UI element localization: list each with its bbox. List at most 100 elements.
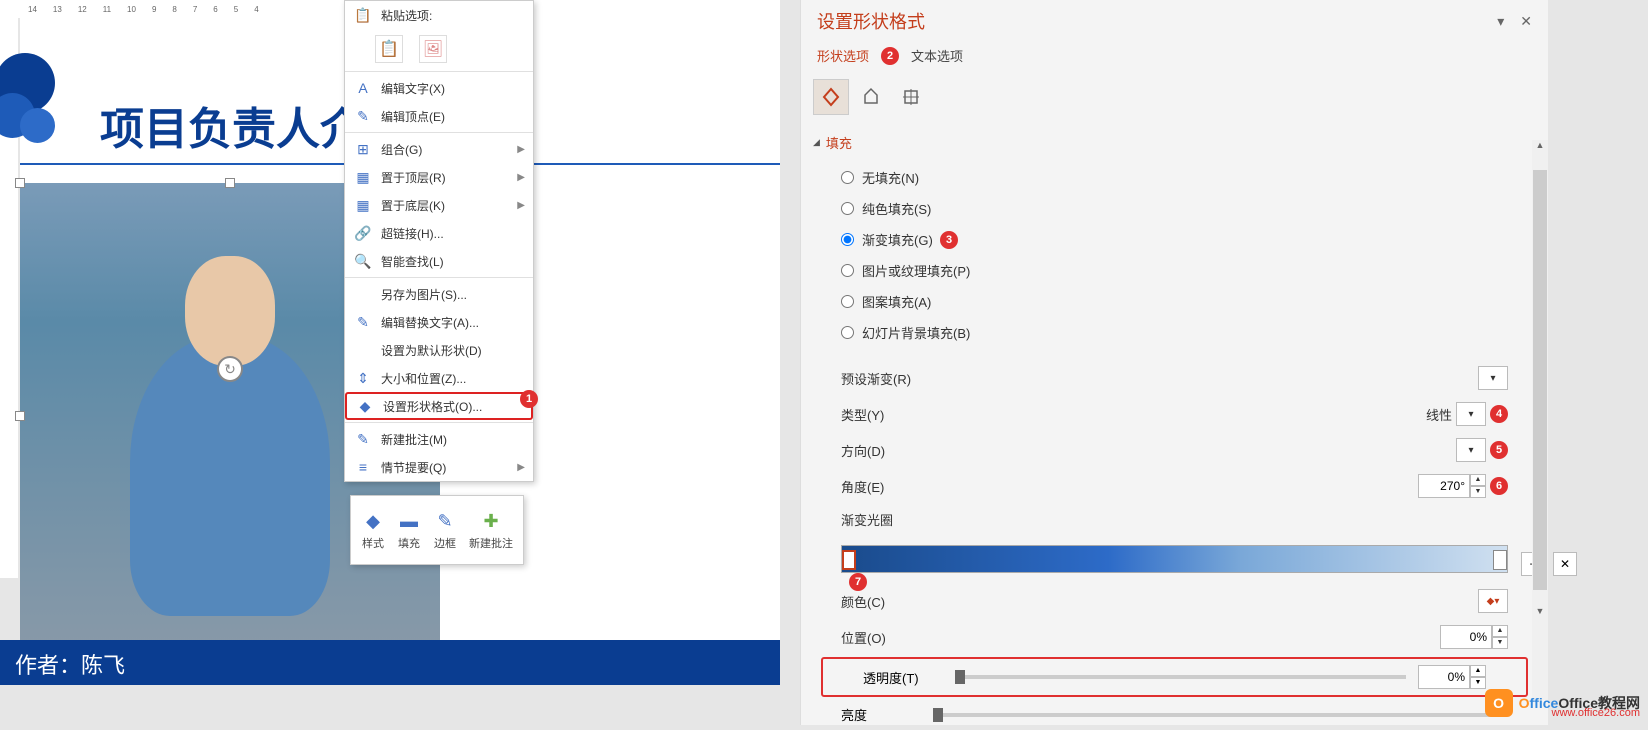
transparency-slider[interactable] [955, 675, 1406, 679]
color-dropdown[interactable]: ◆▾ [1478, 589, 1508, 613]
size-properties-tab[interactable] [893, 79, 929, 115]
menu-hyperlink[interactable]: 🔗超链接(H)... [345, 219, 533, 247]
bring-front-icon: ▦ [353, 167, 373, 187]
gradient-stop[interactable] [842, 550, 856, 570]
angle-spinner[interactable]: ▲▼ [1418, 474, 1486, 498]
menu-group[interactable]: ⊞组合(G)▶ [345, 135, 533, 163]
brightness-slider[interactable] [933, 713, 1496, 717]
radio-solid-fill[interactable]: 纯色填充(S) [841, 193, 1508, 224]
slide-title: 项目负责人介 [100, 93, 364, 157]
paste-option-icon[interactable]: 📋 [375, 35, 403, 63]
menu-edit-points[interactable]: ✎编辑顶点(E) [345, 102, 533, 130]
panel-title: 设置形状格式 [817, 8, 925, 34]
menu-size-position[interactable]: ⇕大小和位置(Z)... [345, 364, 533, 392]
mini-comment-button[interactable]: ✚新建批注 [469, 509, 513, 551]
submenu-arrow-icon: ▶ [517, 144, 525, 155]
tab-shape-options[interactable]: 形状选项 [817, 46, 869, 65]
preset-gradient-dropdown[interactable]: ▾ [1478, 366, 1508, 390]
spin-down[interactable]: ▼ [1492, 637, 1508, 649]
submenu-arrow-icon: ▶ [517, 200, 525, 211]
hyperlink-icon: 🔗 [353, 223, 373, 243]
effects-tab[interactable] [853, 79, 889, 115]
transparency-spinner[interactable]: ▲▼ [1418, 665, 1486, 689]
radio-pattern-fill[interactable]: 图案填充(A) [841, 286, 1508, 317]
menu-format-shape[interactable]: ◆设置形状格式(O)... [345, 392, 533, 420]
search-icon: 🔍 [353, 251, 373, 271]
menu-storyboard[interactable]: ≡情节提要(Q)▶ [345, 453, 533, 481]
paste-option-icon[interactable]: 🖼 [419, 35, 447, 63]
edit-points-icon: ✎ [353, 106, 373, 126]
color-label: 颜色(C) [841, 592, 1041, 611]
spin-up[interactable]: ▲ [1492, 625, 1508, 637]
spin-up[interactable]: ▲ [1470, 665, 1486, 677]
paste-options: 📋 🖼 [345, 29, 533, 69]
menu-edit-alt-text[interactable]: ✎编辑替换文字(A)... [345, 308, 533, 336]
annotation-badge-3: 3 [940, 231, 958, 249]
scrollbar-thumb[interactable] [1533, 170, 1547, 590]
type-value: 线性 [1426, 405, 1452, 424]
position-spinner[interactable]: ▲▼ [1440, 625, 1508, 649]
radio-picture-fill[interactable]: 图片或纹理填充(P) [841, 255, 1508, 286]
gradient-stop[interactable] [1493, 550, 1507, 570]
spin-down[interactable]: ▼ [1470, 677, 1486, 689]
panel-dropdown-icon[interactable]: ▾ [1497, 13, 1504, 30]
fill-section-header[interactable]: 填充 [801, 127, 1548, 158]
brightness-label: 亮度 [841, 705, 921, 724]
edit-text-icon: A [353, 78, 373, 98]
remove-stop-button[interactable]: ✕ [1553, 552, 1577, 576]
watermark-url: www.office26.com [1552, 707, 1640, 719]
watermark-icon: O [1485, 689, 1513, 717]
angle-label: 角度(E) [841, 477, 1041, 496]
mini-fill-button[interactable]: ▬填充 [397, 509, 421, 551]
format-shape-icon: ◆ [355, 396, 375, 416]
position-label: 位置(O) [841, 628, 1041, 647]
menu-send-back[interactable]: ▦置于底层(K)▶ [345, 191, 533, 219]
menu-edit-text[interactable]: A编辑文字(X) [345, 74, 533, 102]
mini-style-button[interactable]: ◆样式 [361, 509, 385, 551]
fill-type-radios: 无填充(N) 纯色填充(S) 渐变填充(G) 3 图片或纹理填充(P) 图案填充… [801, 158, 1548, 360]
panel-close-icon[interactable]: ✕ [1520, 13, 1532, 30]
type-dropdown[interactable]: ▾ [1456, 402, 1486, 426]
type-label: 类型(Y) [841, 405, 1041, 424]
paste-options-header: 📋粘贴选项: [345, 1, 533, 29]
author-bar: 作者：陈飞 [0, 640, 780, 685]
annotation-badge-5: 5 [1490, 441, 1508, 459]
menu-smart-lookup[interactable]: 🔍智能查找(L) [345, 247, 533, 275]
alt-text-icon: ✎ [353, 312, 373, 332]
size-icon: ⇕ [353, 368, 373, 388]
style-icon: ◆ [361, 509, 385, 533]
gradient-stops-bar[interactable]: + ✕ [841, 545, 1508, 573]
menu-new-comment[interactable]: ✎新建批注(M) [345, 425, 533, 453]
mini-border-button[interactable]: ✎边框 [433, 509, 457, 551]
watermark: O OfficeOffice教程网 www.office26.com [1485, 689, 1640, 717]
format-shape-panel: 设置形状格式 ▾ ✕ 形状选项 2 文本选项 填充 无填充(N) 纯色填充(S)… [800, 0, 1548, 725]
fill-icon: ▬ [397, 509, 421, 533]
preset-gradient-label: 预设渐变(R) [841, 369, 1041, 388]
menu-set-default-shape[interactable]: 设置为默认形状(D) [345, 336, 533, 364]
context-menu: 📋粘贴选项: 📋 🖼 A编辑文字(X) ✎编辑顶点(E) ⊞组合(G)▶ ▦置于… [344, 0, 534, 482]
annotation-badge-7: 7 [849, 573, 867, 591]
radio-no-fill[interactable]: 无填充(N) [841, 162, 1508, 193]
direction-dropdown[interactable]: ▾ [1456, 438, 1486, 462]
scroll-down-icon[interactable]: ▼ [1532, 606, 1548, 620]
panel-tabs: 形状选项 2 文本选项 [801, 42, 1548, 75]
storyboard-icon: ≡ [353, 457, 373, 477]
comment-icon: ✎ [353, 429, 373, 449]
direction-label: 方向(D) [841, 441, 1041, 460]
annotation-badge-6: 6 [1490, 477, 1508, 495]
spin-up[interactable]: ▲ [1470, 474, 1486, 486]
panel-scrollbar[interactable]: ▲ ▼ [1532, 140, 1548, 700]
menu-bring-front[interactable]: ▦置于顶层(R)▶ [345, 163, 533, 191]
annotation-badge-4: 4 [1490, 405, 1508, 423]
scroll-up-icon[interactable]: ▲ [1532, 140, 1548, 154]
radio-gradient-fill[interactable]: 渐变填充(G) 3 [841, 224, 1508, 255]
mini-toolbar: ◆样式 ▬填充 ✎边框 ✚新建批注 [350, 495, 524, 565]
radio-slide-bg-fill[interactable]: 幻灯片背景填充(B) [841, 317, 1508, 348]
tab-text-options[interactable]: 文本选项 [911, 46, 963, 65]
send-back-icon: ▦ [353, 195, 373, 215]
spin-down[interactable]: ▼ [1470, 486, 1486, 498]
fill-line-tab[interactable] [813, 79, 849, 115]
new-comment-icon: ✚ [479, 509, 503, 533]
transparency-label: 透明度(T) [863, 668, 943, 687]
menu-save-as-picture[interactable]: 另存为图片(S)... [345, 280, 533, 308]
